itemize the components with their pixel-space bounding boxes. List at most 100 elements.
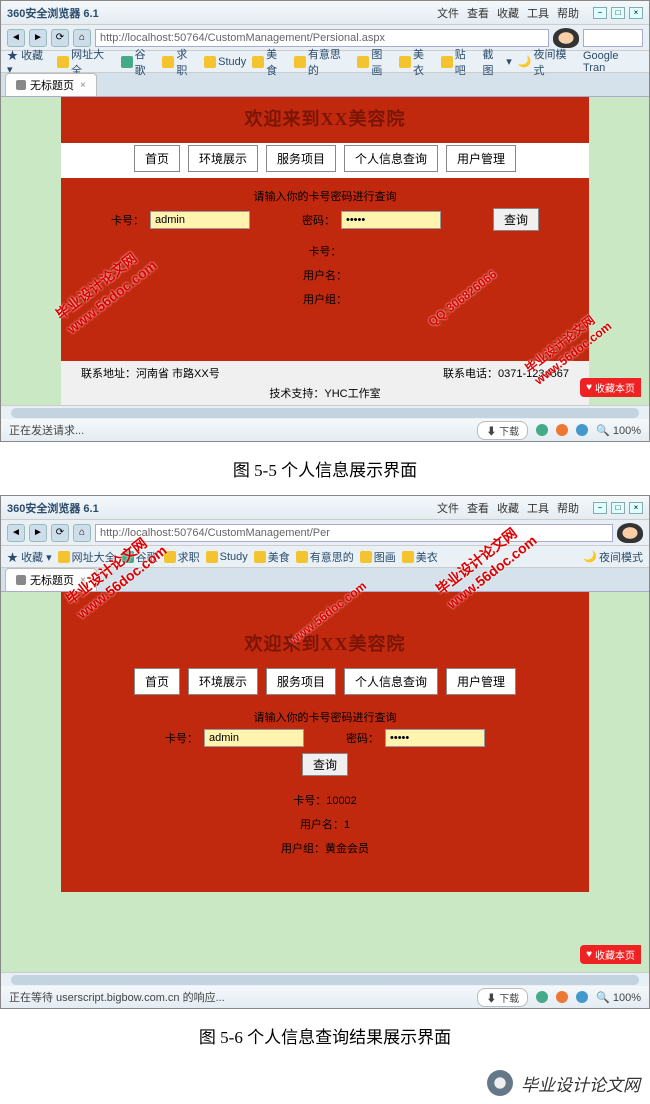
bm-item[interactable]: Study bbox=[204, 56, 246, 68]
bm-item[interactable]: Study bbox=[206, 551, 248, 563]
tab-close-icon[interactable]: × bbox=[80, 575, 86, 586]
nav-service[interactable]: 服务项目 bbox=[266, 668, 336, 695]
home-button[interactable]: ⌂ bbox=[73, 29, 91, 47]
nav-personal[interactable]: 个人信息查询 bbox=[344, 668, 438, 695]
zoom-label[interactable]: 🔍 100% bbox=[596, 424, 641, 437]
pwd-input[interactable] bbox=[341, 211, 441, 229]
page-viewport: 欢迎来到XX美容院 首页 环境展示 服务项目 个人信息查询 用户管理 请输入你的… bbox=[1, 592, 649, 972]
bm-night[interactable]: 🌙 夜间模式 bbox=[583, 549, 643, 565]
nav-personal[interactable]: 个人信息查询 bbox=[344, 145, 438, 172]
nav-env[interactable]: 环境展示 bbox=[188, 145, 258, 172]
pwd-input[interactable] bbox=[385, 729, 485, 747]
menu-tools[interactable]: 工具 bbox=[527, 5, 549, 21]
menu-view[interactable]: 查看 bbox=[467, 500, 489, 516]
query-prompt: 请输入你的卡号密码进行查询 bbox=[61, 188, 589, 204]
bm-screenshot[interactable]: 截图 ▾ bbox=[483, 46, 512, 78]
nav-service[interactable]: 服务项目 bbox=[266, 145, 336, 172]
card-label: 卡号： bbox=[165, 730, 198, 746]
menu-file[interactable]: 文件 bbox=[437, 500, 459, 516]
fwd-button[interactable]: ► bbox=[29, 29, 47, 47]
globe-icon bbox=[487, 1070, 513, 1096]
menu-fav[interactable]: 收藏 bbox=[497, 5, 519, 21]
menu-view[interactable]: 查看 bbox=[467, 5, 489, 21]
bm-night[interactable]: 🌙 夜间模式 bbox=[518, 46, 577, 78]
close-button[interactable]: × bbox=[629, 502, 643, 514]
footer-brand: 毕业设计论文网 bbox=[521, 1071, 640, 1096]
bm-item[interactable]: 谷歌 bbox=[122, 549, 158, 565]
back-button[interactable]: ◄ bbox=[7, 524, 25, 542]
address-input[interactable] bbox=[95, 524, 613, 542]
sound-icon[interactable] bbox=[576, 424, 588, 436]
query-button[interactable]: 查询 bbox=[493, 208, 539, 231]
min-button[interactable]: − bbox=[593, 502, 607, 514]
sound-icon[interactable] bbox=[576, 991, 588, 1003]
bm-item[interactable]: 图画 bbox=[360, 549, 396, 565]
mascot-icon bbox=[553, 28, 579, 48]
max-button[interactable]: □ bbox=[611, 7, 625, 19]
bm-item[interactable]: 美衣 bbox=[399, 46, 435, 78]
nav-user[interactable]: 用户管理 bbox=[446, 145, 516, 172]
page-viewport: 欢迎来到XX美容院 首页 环境展示 服务项目 个人信息查询 用户管理 请输入你的… bbox=[1, 97, 649, 405]
bm-item[interactable]: 求职 bbox=[164, 549, 200, 565]
figure-caption-1: 图 5-5 个人信息展示界面 bbox=[0, 446, 650, 495]
menu-help[interactable]: 帮助 bbox=[557, 5, 579, 21]
download-indicator[interactable]: ⬇ 下载 bbox=[477, 421, 528, 440]
nav-env[interactable]: 环境展示 bbox=[188, 668, 258, 695]
footer-tel: 联系电话：0371-1234567 bbox=[443, 365, 569, 381]
bm-item[interactable]: 谷歌 bbox=[121, 46, 157, 78]
bm-item[interactable]: 美衣 bbox=[402, 549, 438, 565]
close-button[interactable]: × bbox=[629, 7, 643, 19]
reload-button[interactable]: ⟳ bbox=[51, 29, 69, 47]
card-input[interactable] bbox=[204, 729, 304, 747]
query-button[interactable]: 查询 bbox=[302, 753, 348, 776]
bm-item[interactable]: 美食 bbox=[252, 46, 288, 78]
page-title: 欢迎来到XX美容院 bbox=[61, 97, 589, 143]
nav-user[interactable]: 用户管理 bbox=[446, 668, 516, 695]
nav-home[interactable]: 首页 bbox=[134, 668, 180, 695]
heart-icon: ♥ bbox=[586, 382, 592, 393]
download-indicator[interactable]: ⬇ 下载 bbox=[477, 988, 528, 1007]
bm-item[interactable]: 美食 bbox=[254, 549, 290, 565]
card-input[interactable] bbox=[150, 211, 250, 229]
search-input[interactable] bbox=[583, 29, 643, 47]
favorite-page-button[interactable]: ♥收藏本页 bbox=[580, 378, 641, 397]
bm-item[interactable]: 有意思的 bbox=[296, 549, 354, 565]
back-button[interactable]: ◄ bbox=[7, 29, 25, 47]
fwd-button[interactable]: ► bbox=[29, 524, 47, 542]
favorite-page-button[interactable]: ♥收藏本页 bbox=[580, 945, 641, 964]
nav-home[interactable]: 首页 bbox=[134, 145, 180, 172]
menu-fav[interactable]: 收藏 bbox=[497, 500, 519, 516]
tab-bar: 无标题页 × bbox=[1, 568, 649, 592]
home-button[interactable]: ⌂ bbox=[73, 524, 91, 542]
bm-item[interactable]: 网址大全 bbox=[58, 549, 116, 565]
tab-active[interactable]: 无标题页 × bbox=[5, 568, 97, 591]
menu-file[interactable]: 文件 bbox=[437, 5, 459, 21]
reload-button[interactable]: ⟳ bbox=[51, 524, 69, 542]
bm-item[interactable]: 求职 bbox=[162, 46, 198, 78]
max-button[interactable]: □ bbox=[611, 502, 625, 514]
tab-close-icon[interactable]: × bbox=[80, 80, 86, 91]
title-bar: 360安全浏览器 6.1 文件 查看 收藏 工具 帮助 − □ × bbox=[1, 496, 649, 520]
query-form: 卡号： 密码： 查询 bbox=[61, 208, 589, 231]
h-scrollbar[interactable] bbox=[1, 405, 649, 419]
zoom-label[interactable]: 🔍 100% bbox=[596, 991, 641, 1004]
tab-active[interactable]: 无标题页 × bbox=[5, 73, 97, 96]
status-bar: 正在发送请求... ⬇ 下载 🔍 100% bbox=[1, 419, 649, 441]
title-decor: 文件 查看 收藏 工具 帮助 − □ × bbox=[437, 5, 643, 21]
bm-item[interactable]: 贴吧 bbox=[441, 46, 477, 78]
footer-support: 技术支持：YHC工作室 bbox=[61, 385, 589, 405]
card-label: 卡号： bbox=[111, 212, 144, 228]
min-button[interactable]: − bbox=[593, 7, 607, 19]
address-input[interactable] bbox=[95, 29, 549, 47]
bm-item[interactable]: 图画 bbox=[357, 46, 393, 78]
status-text: 正在发送请求... bbox=[9, 422, 84, 438]
h-scrollbar[interactable] bbox=[1, 972, 649, 986]
browser-menu: 文件 查看 收藏 工具 帮助 bbox=[437, 500, 585, 516]
bm-gtran[interactable]: Google Tran bbox=[583, 50, 643, 74]
page-title: 欢迎来到XX美容院 bbox=[61, 622, 589, 668]
menu-help[interactable]: 帮助 bbox=[557, 500, 579, 516]
page-icon bbox=[16, 80, 26, 90]
menu-tools[interactable]: 工具 bbox=[527, 500, 549, 516]
nav-menu: 首页 环境展示 服务项目 个人信息查询 用户管理 bbox=[61, 668, 589, 709]
bm-item[interactable]: 有意思的 bbox=[294, 46, 352, 78]
